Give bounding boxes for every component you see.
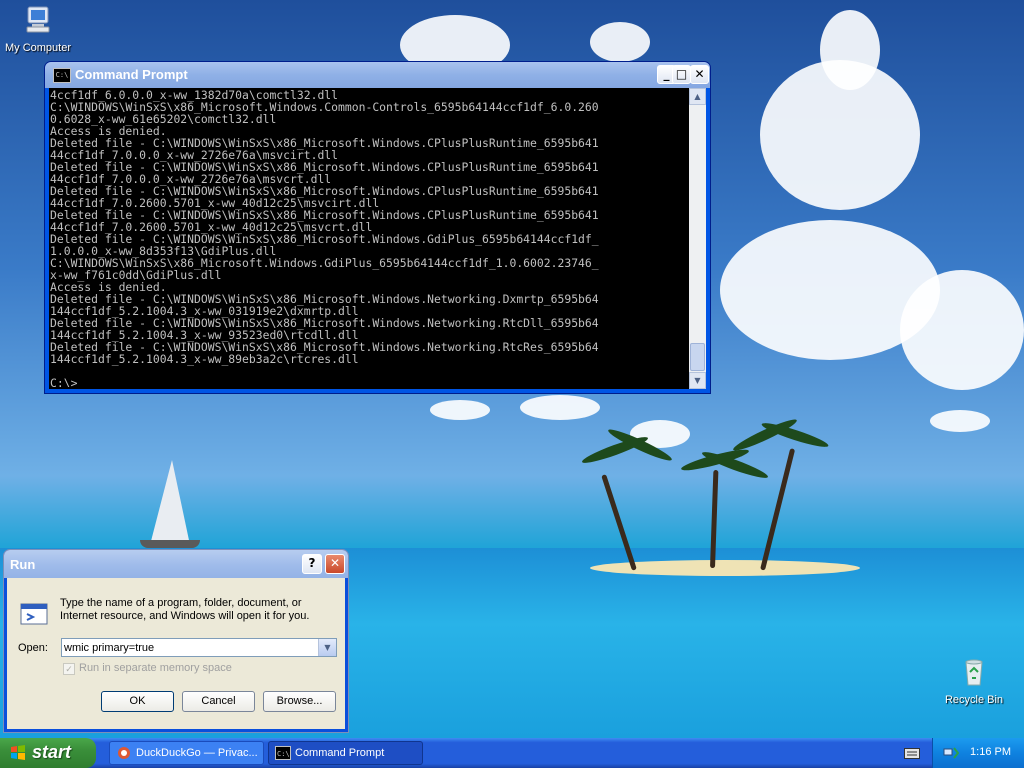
keyboard-icon[interactable]	[904, 746, 920, 760]
console-area[interactable]: 4ccf1df_6.0.0.0_x-ww_1382d70a\comctl32.d…	[49, 88, 706, 389]
run-dialog-body: Type the name of a program, folder, docu…	[7, 578, 345, 729]
windows-flag-icon	[11, 745, 25, 760]
command-prompt-titlebar[interactable]: C:\ Command Prompt _ □ ✕	[45, 62, 710, 88]
recycle-bin-icon[interactable]: Recycle Bin	[934, 656, 1014, 706]
console-line: C:\>	[50, 376, 78, 387]
svg-text:C:\: C:\	[277, 750, 290, 758]
open-input[interactable]	[64, 640, 314, 655]
console-icon: C:\	[275, 746, 291, 760]
close-button[interactable]: ✕	[325, 554, 345, 574]
start-button[interactable]: start	[0, 738, 96, 768]
run-titlebar[interactable]: Run ? ✕	[4, 550, 348, 578]
sailboat	[150, 460, 190, 545]
minimize-icon: _	[663, 67, 670, 81]
help-button[interactable]: ?	[302, 554, 322, 574]
maximize-button[interactable]: □	[672, 65, 691, 84]
cloud	[820, 10, 880, 90]
taskbar-item-command-prompt[interactable]: C:\ Command Prompt	[268, 741, 423, 765]
window-title: Command Prompt	[75, 67, 188, 82]
taskbar: start DuckDuckGo — Privac... C:\ Command…	[0, 738, 1024, 768]
duckduckgo-icon	[118, 747, 130, 759]
run-program-icon	[20, 603, 48, 625]
computer-icon	[26, 6, 50, 33]
desktop-icon-label: Recycle Bin	[944, 694, 1004, 706]
run-dialog[interactable]: Run ? ✕ Type the name of a program, fold…	[3, 549, 349, 733]
close-icon: ✕	[329, 556, 341, 570]
desktop-icon-label: My Computer	[4, 42, 72, 54]
cloud	[900, 270, 1024, 390]
cloud	[430, 400, 490, 420]
scroll-up-icon[interactable]: ▲	[689, 88, 706, 105]
system-tray: 1:16 PM	[932, 738, 1024, 768]
console-icon: C:\	[53, 68, 71, 83]
help-icon: ?	[308, 556, 316, 570]
open-combobox[interactable]: ▼	[61, 638, 337, 657]
maximize-icon: □	[675, 67, 688, 81]
scroll-down-icon[interactable]: ▼	[689, 372, 706, 389]
cloud	[520, 395, 600, 420]
my-computer-icon[interactable]: My Computer	[0, 4, 78, 54]
separate-memory-checkbox: ✓ Run in separate memory space	[63, 662, 232, 675]
open-label: Open:	[18, 642, 48, 654]
cancel-button[interactable]: Cancel	[182, 691, 255, 712]
cloud	[590, 22, 650, 62]
ok-button[interactable]: OK	[101, 691, 174, 712]
vertical-scrollbar[interactable]: ▲ ▼	[689, 88, 706, 389]
task-label: DuckDuckGo — Privac...	[136, 747, 258, 759]
chevron-down-icon[interactable]: ▼	[318, 639, 336, 656]
console-line: 144ccf1df_5.2.1004.3_x-ww_89eb3a2c\rtcre…	[50, 352, 359, 366]
scroll-thumb[interactable]	[690, 343, 705, 371]
run-description: Type the name of a program, folder, docu…	[60, 597, 310, 622]
browse-button[interactable]: Browse...	[263, 691, 336, 712]
dialog-title: Run	[10, 557, 36, 572]
cloud	[930, 410, 990, 432]
network-icon[interactable]	[943, 746, 959, 760]
command-prompt-window[interactable]: C:\ Command Prompt _ □ ✕ 4ccf1df_6.0.0.0…	[44, 61, 711, 394]
start-label: start	[32, 742, 72, 762]
clock[interactable]: 1:16 PM	[970, 746, 1011, 758]
taskbar-item-duckduckgo[interactable]: DuckDuckGo — Privac...	[109, 741, 264, 765]
close-icon: ✕	[694, 67, 705, 81]
checkbox-label: Run in separate memory space	[79, 662, 232, 674]
recycle-bin-glyph-icon	[965, 659, 983, 686]
boat-hull	[140, 540, 200, 548]
checkbox-check-icon: ✓	[63, 663, 75, 675]
console-output[interactable]: 4ccf1df_6.0.0.0_x-ww_1382d70a\comctl32.d…	[50, 89, 690, 387]
task-label: Command Prompt	[295, 747, 385, 759]
close-button[interactable]: ✕	[690, 65, 709, 84]
